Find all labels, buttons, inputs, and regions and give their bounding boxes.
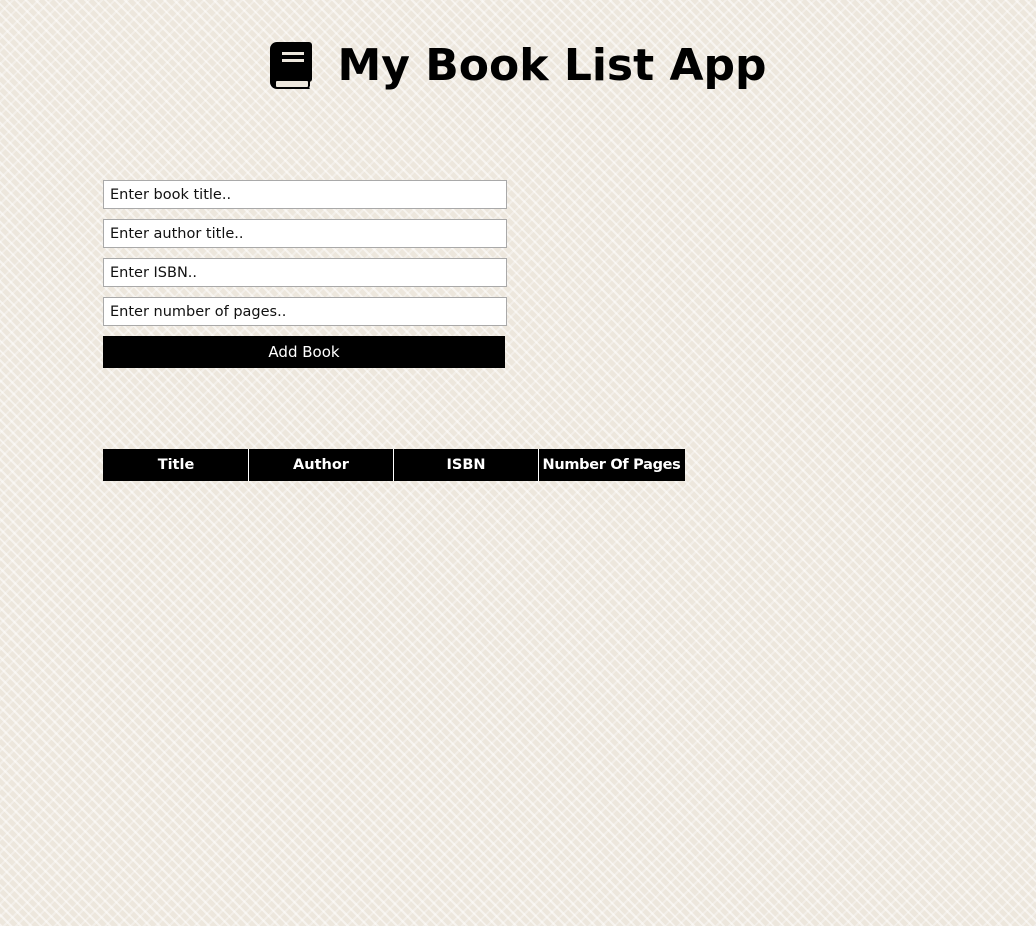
book-icon <box>269 41 313 91</box>
header-row: Title Author ISBN Number Of Pages <box>103 449 685 481</box>
book-table: Title Author ISBN Number Of Pages <box>103 449 685 481</box>
column-header-isbn: ISBN <box>393 449 539 481</box>
app-header: My Book List App <box>0 40 1036 92</box>
book-title-input[interactable] <box>103 180 507 209</box>
book-table-header: Title Author ISBN Number Of Pages <box>103 449 685 481</box>
isbn-input[interactable] <box>103 258 507 287</box>
add-book-button[interactable]: Add Book <box>103 336 505 368</box>
author-input[interactable] <box>103 219 507 248</box>
page-title: My Book List App <box>337 40 767 91</box>
book-form: Add Book <box>103 180 507 368</box>
pages-input[interactable] <box>103 297 507 326</box>
column-header-author: Author <box>248 449 394 481</box>
column-header-pages: Number Of Pages <box>538 449 685 481</box>
column-header-title: Title <box>103 449 249 481</box>
